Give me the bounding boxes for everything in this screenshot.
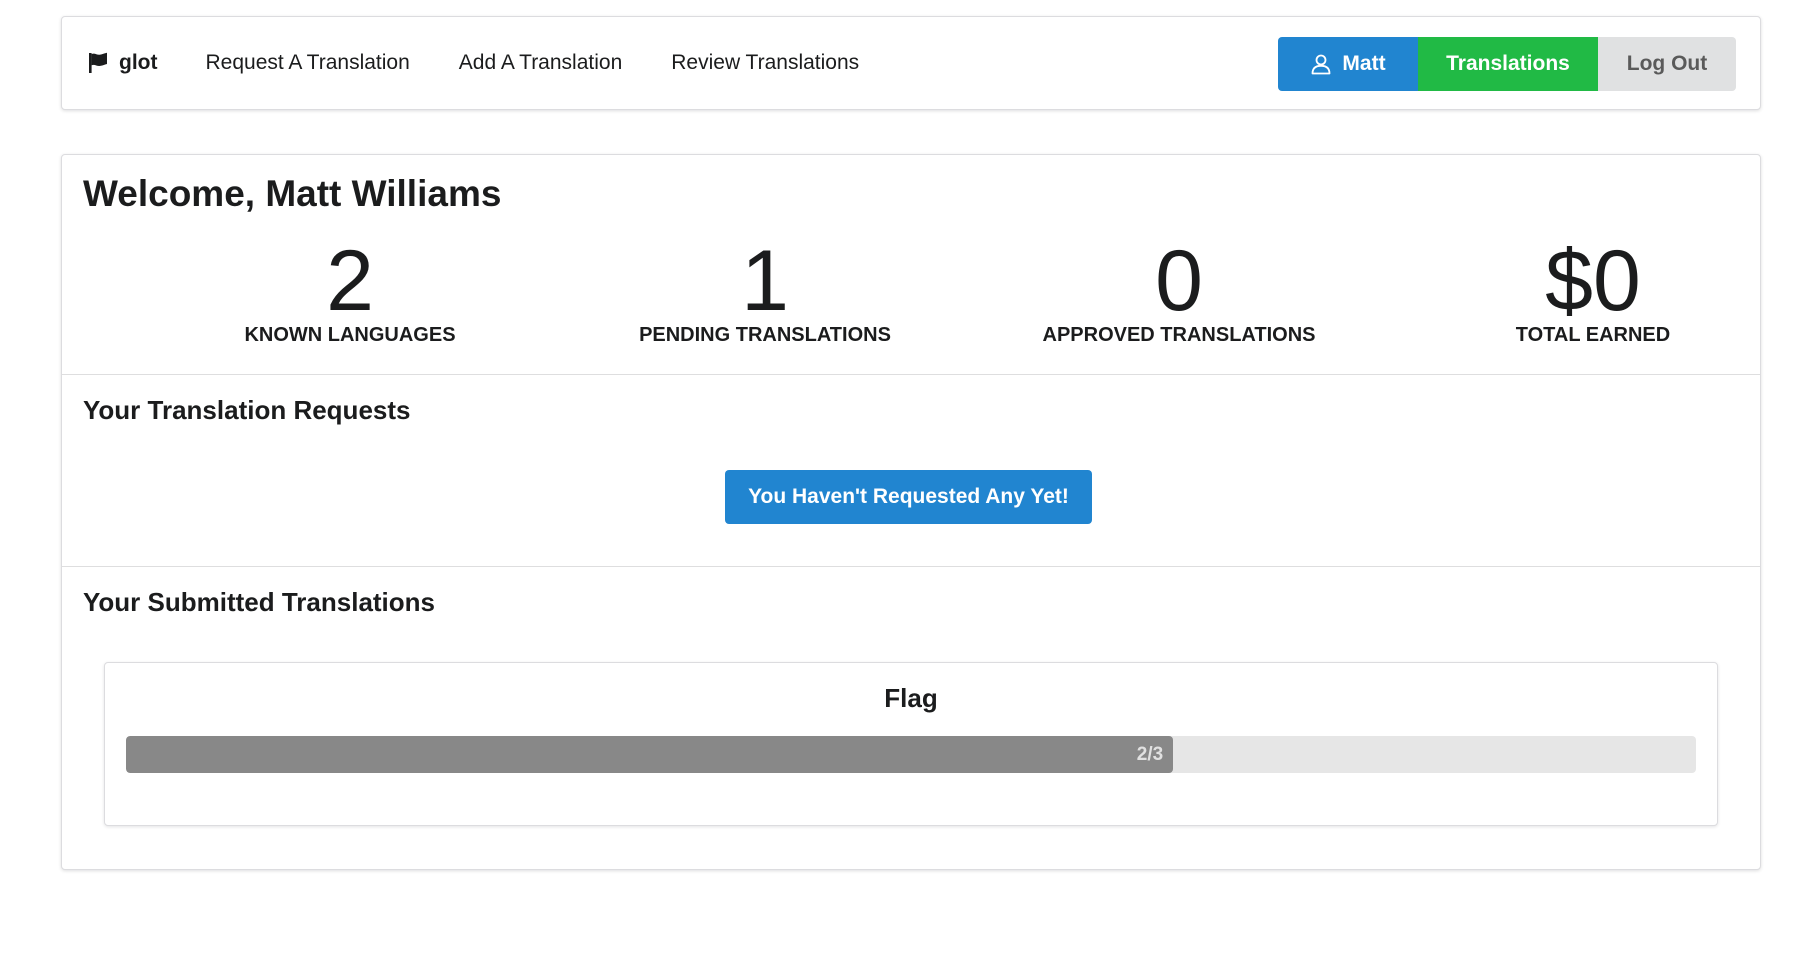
nav-add-translation[interactable]: Add A Translation	[459, 51, 622, 75]
translation-progress-bar: 2/3	[126, 736, 1696, 773]
stat-value: 1	[741, 233, 789, 329]
divider	[62, 374, 1760, 375]
welcome-heading: Welcome, Matt Williams	[83, 173, 502, 214]
logout-button[interactable]: Log Out	[1598, 37, 1736, 91]
stat-label: TOTAL EARNED	[1515, 324, 1671, 346]
account-button-group: Matt Translations Log Out	[1278, 37, 1736, 91]
brand[interactable]: glot	[87, 51, 157, 75]
stat-approved-translations: 0 APPROVED TRANSLATIONS	[999, 238, 1359, 347]
nav-review-translations[interactable]: Review Translations	[671, 51, 859, 75]
stat-known-languages: 2 KNOWN LANGUAGES	[170, 238, 530, 347]
stat-value: 2	[326, 233, 374, 329]
progress-label: 2/3	[1136, 743, 1164, 765]
brand-label: glot	[119, 51, 158, 74]
stat-label: KNOWN LANGUAGES	[244, 324, 456, 346]
progress-fill: 2/3	[126, 736, 1174, 773]
stat-label: APPROVED TRANSLATIONS	[1042, 324, 1316, 346]
stat-pending-translations: 1 PENDING TRANSLATIONS	[585, 238, 945, 347]
stat-value: $0	[1545, 233, 1641, 329]
nav-request-translation[interactable]: Request A Translation	[205, 51, 409, 75]
user-icon	[1312, 54, 1331, 75]
flag-icon	[89, 52, 107, 73]
submitted-section-title: Your Submitted Translations	[83, 587, 436, 617]
top-menu: glot Request A Translation Add A Transla…	[61, 16, 1761, 110]
dashboard-card: Welcome, Matt Williams 2 KNOWN LANGUAGES…	[61, 154, 1761, 870]
user-button-label: Matt	[1342, 52, 1386, 75]
stats-row: 2 KNOWN LANGUAGES 1 PENDING TRANSLATIONS…	[62, 238, 1760, 348]
stat-total-earned: $0 TOTAL EARNED	[1413, 238, 1773, 347]
requests-section-title: Your Translation Requests	[83, 395, 411, 425]
stat-label: PENDING TRANSLATIONS	[639, 324, 891, 346]
translations-button[interactable]: Translations	[1418, 37, 1598, 91]
submitted-translation-card[interactable]: Flag 2/3	[104, 662, 1718, 826]
user-button[interactable]: Matt	[1278, 37, 1418, 91]
translation-title: Flag	[884, 683, 938, 713]
stat-value: 0	[1155, 233, 1203, 329]
no-requests-button[interactable]: You Haven't Requested Any Yet!	[725, 470, 1092, 524]
divider	[62, 566, 1760, 567]
